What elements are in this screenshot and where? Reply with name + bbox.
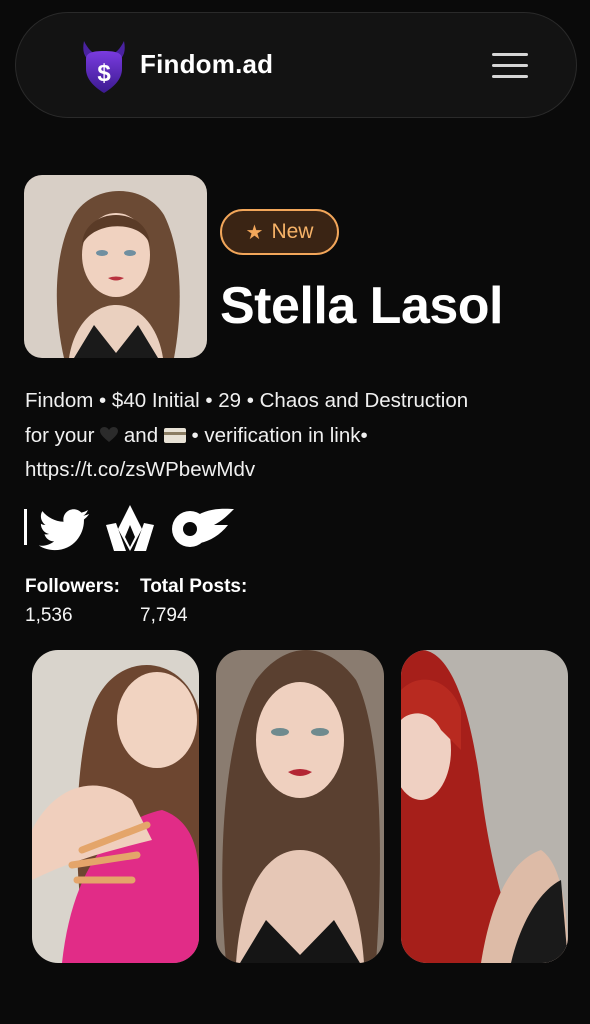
gallery-photo[interactable] xyxy=(32,650,199,963)
bio-line: Findom • $40 Initial • 29 • Chaos and De… xyxy=(25,389,469,412)
followers-label: Followers: xyxy=(25,576,121,597)
bio-link[interactable]: https://t.co/zsWPbewMdv xyxy=(25,453,565,488)
bio-text: • verification in link• xyxy=(191,423,368,447)
credit-card-emoji xyxy=(163,427,186,443)
profile-name: Stella Lasol xyxy=(220,277,504,335)
bio-text: for your xyxy=(25,423,95,447)
star-icon: ★ xyxy=(245,221,264,244)
badge-label: New xyxy=(271,220,314,243)
new-badge: ★ New xyxy=(220,209,339,255)
posts-value: 7,794 xyxy=(140,605,188,626)
bio-line: for your and • verification in link• xyxy=(25,419,565,454)
gallery-photo[interactable] xyxy=(216,650,384,963)
svg-text:$: $ xyxy=(97,60,111,87)
onlyfans-icon[interactable] xyxy=(168,505,236,551)
hamburger-menu-icon[interactable] xyxy=(492,53,528,79)
devil-dollar-icon[interactable]: $ xyxy=(78,39,130,95)
profile-avatar xyxy=(24,175,207,358)
gallery-photo[interactable] xyxy=(401,650,568,963)
twitter-icon[interactable] xyxy=(38,509,90,551)
brand-name[interactable]: Findom.ad xyxy=(140,49,273,80)
divider xyxy=(24,509,27,545)
profile-page: $ Findom.ad ★ New Stella Lasol Findom • … xyxy=(0,0,590,1024)
bio-text: and xyxy=(123,423,159,447)
black-heart-emoji xyxy=(100,426,119,442)
top-navbar: $ Findom.ad xyxy=(15,12,577,118)
followers-value: 1,536 xyxy=(25,605,73,626)
profile-bio: Findom • $40 Initial • 29 • Chaos and De… xyxy=(25,384,565,488)
posts-label: Total Posts: xyxy=(140,576,248,597)
loyalfans-icon[interactable] xyxy=(102,503,158,553)
